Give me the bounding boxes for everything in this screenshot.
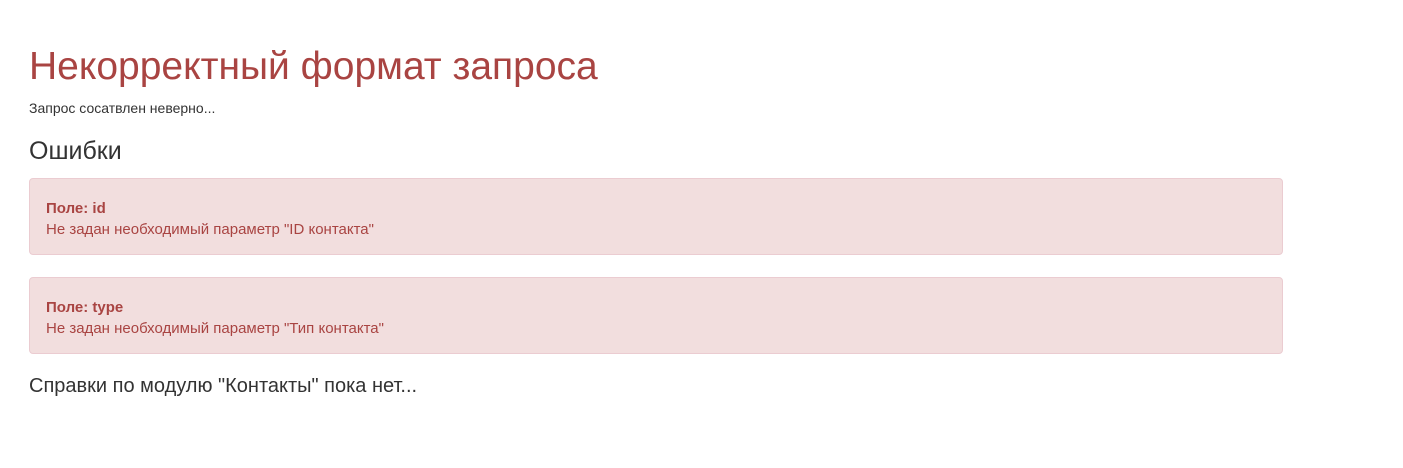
page-title: Некорректный формат запроса [29,45,598,88]
errors-heading: Ошибки [29,137,122,165]
help-text: Справки по модулю "Контакты" пока нет... [29,375,418,397]
error-field-label: Поле: id [46,200,106,217]
page-subtitle: Запрос сосатвлен неверно... [29,100,216,116]
error-message: Не задан необходимый параметр "Тип конта… [46,320,384,337]
error-message: Не задан необходимый параметр "ID контак… [46,221,374,238]
error-field-label: Поле: type [46,299,124,316]
errors-list: Поле: id Не задан необходимый параметр "… [29,178,1283,376]
error-alert-type: Поле: type Не задан необходимый параметр… [29,277,1283,354]
error-alert-id: Поле: id Не задан необходимый параметр "… [29,178,1283,255]
